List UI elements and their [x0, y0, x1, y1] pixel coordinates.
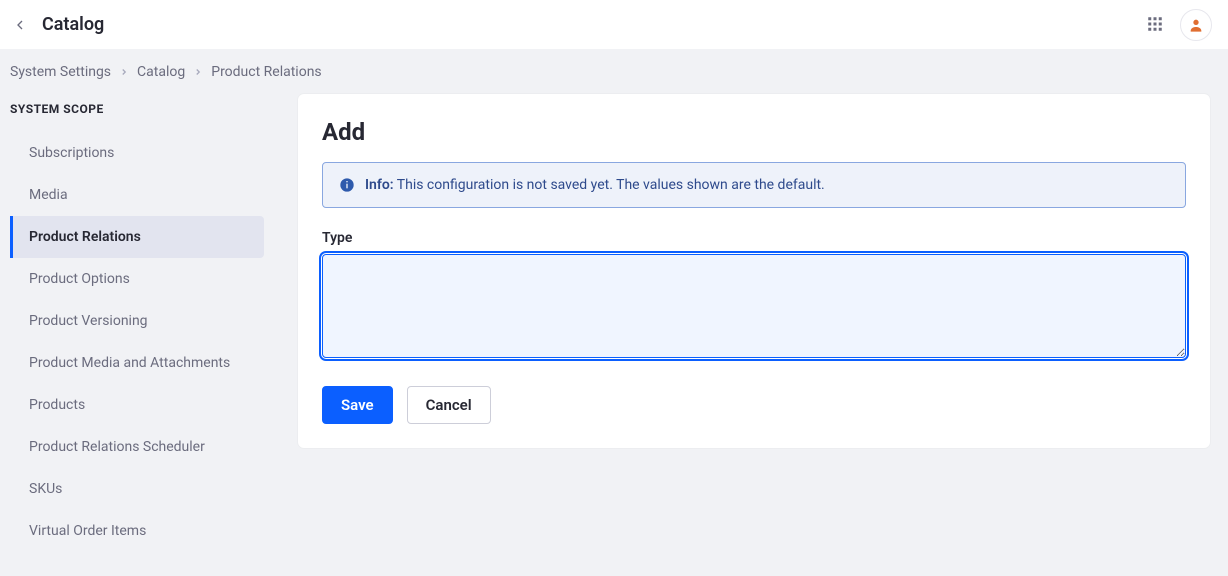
back-button[interactable] [8, 13, 32, 37]
sidebar-item-label: Product Options [29, 271, 130, 287]
chevron-right-icon [193, 67, 203, 77]
info-icon [339, 177, 355, 193]
sidebar-item-label: Product Media and Attachments [29, 355, 230, 371]
sidebar-item-product-relations-scheduler[interactable]: Product Relations Scheduler [10, 426, 264, 468]
content-card: Add Info: This configuration is not save… [298, 94, 1210, 448]
sidebar-item-product-options[interactable]: Product Options [10, 258, 264, 300]
user-icon [1188, 17, 1204, 33]
form-actions: Save Cancel [322, 386, 1186, 424]
sidebar-item-products[interactable]: Products [10, 384, 264, 426]
type-label: Type [322, 230, 1186, 246]
breadcrumb-item-catalog[interactable]: Catalog [137, 64, 185, 80]
sidebar-item-label: Product Relations Scheduler [29, 439, 205, 455]
page-title: Add [322, 118, 1186, 146]
sidebar-item-virtual-order-items[interactable]: Virtual Order Items [10, 510, 264, 552]
chevron-left-icon [12, 17, 28, 33]
sidebar-item-label: Virtual Order Items [29, 523, 146, 539]
sidebar-item-product-relations[interactable]: Product Relations [10, 216, 264, 258]
sidebar-item-label: Product Relations [29, 229, 141, 245]
sidebar-item-label: Products [29, 397, 85, 413]
content-area: Add Info: This configuration is not save… [280, 94, 1228, 466]
sidebar-item-label: Product Versioning [29, 313, 148, 329]
apps-menu-button[interactable] [1146, 15, 1166, 35]
alert-label: Info: [365, 177, 394, 193]
sidebar-item-skus[interactable]: SKUs [10, 468, 264, 510]
top-header: Catalog [0, 0, 1228, 50]
sidebar-item-subscriptions[interactable]: Subscriptions [10, 132, 264, 174]
apps-grid-icon [1146, 15, 1164, 33]
breadcrumb: System Settings Catalog Product Relation… [0, 50, 1228, 94]
sidebar-heading: SYSTEM SCOPE [10, 94, 264, 132]
header-left: Catalog [8, 13, 104, 37]
sidebar: SYSTEM SCOPE Subscriptions Media Product… [0, 94, 280, 576]
sidebar-item-label: Media [29, 187, 68, 203]
type-input[interactable] [322, 254, 1186, 358]
sidebar-item-product-media-attachments[interactable]: Product Media and Attachments [10, 342, 264, 384]
user-avatar-button[interactable] [1180, 9, 1212, 41]
header-right [1146, 9, 1212, 41]
breadcrumb-item-product-relations[interactable]: Product Relations [211, 64, 321, 80]
save-button[interactable]: Save [322, 386, 393, 424]
chevron-right-icon [119, 67, 129, 77]
alert-text: This configuration is not saved yet. The… [397, 177, 825, 193]
main-layout: SYSTEM SCOPE Subscriptions Media Product… [0, 94, 1228, 576]
sidebar-item-media[interactable]: Media [10, 174, 264, 216]
cancel-button[interactable]: Cancel [407, 386, 491, 424]
sidebar-item-product-versioning[interactable]: Product Versioning [10, 300, 264, 342]
sidebar-item-label: Subscriptions [29, 145, 114, 161]
breadcrumb-item-system-settings[interactable]: System Settings [10, 64, 111, 80]
page-header-title: Catalog [42, 14, 104, 35]
info-alert: Info: This configuration is not saved ye… [322, 162, 1186, 208]
sidebar-item-label: SKUs [29, 481, 62, 497]
